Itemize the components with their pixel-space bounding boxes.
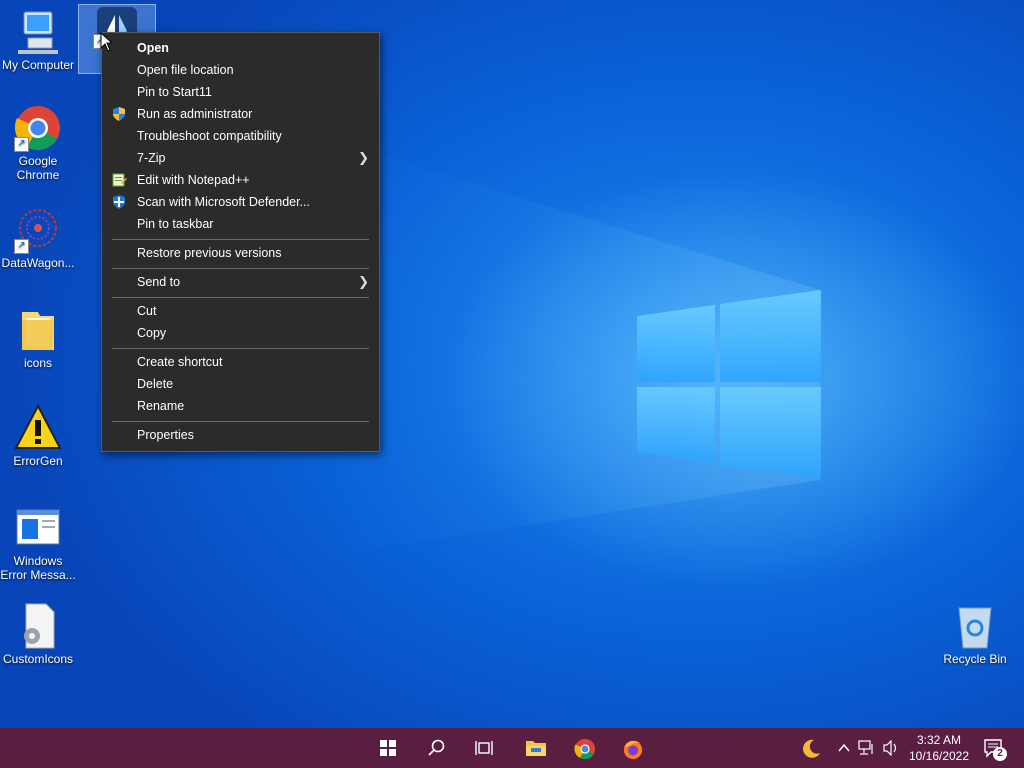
submenu-arrow-icon: ❯ bbox=[358, 150, 369, 165]
menu-separator bbox=[112, 348, 369, 349]
search-button[interactable] bbox=[414, 728, 458, 768]
desktop-icon-label: ErrorGen bbox=[13, 454, 63, 468]
menu-item-label: 7-Zip bbox=[137, 151, 166, 165]
menu-item-label: Scan with Microsoft Defender... bbox=[137, 195, 310, 209]
desktop-icon-label: Recycle Bin bbox=[943, 652, 1007, 666]
search-icon bbox=[428, 739, 445, 756]
warning-icon bbox=[14, 403, 62, 452]
windows-start-icon bbox=[380, 740, 396, 756]
menu-item-label: Create shortcut bbox=[137, 355, 223, 369]
network-button[interactable] bbox=[856, 728, 878, 768]
taskbar-chrome[interactable] bbox=[562, 728, 606, 768]
desktop-icon-recycle-bin[interactable]: Recycle Bin bbox=[937, 602, 1013, 666]
menu-item-restore-previous-versions[interactable]: Restore previous versions bbox=[102, 242, 379, 264]
desktop-icon-label: Google Chrome bbox=[16, 154, 60, 182]
menu-item-label: Open bbox=[137, 41, 169, 55]
menu-item-label: Cut bbox=[137, 304, 157, 318]
menu-item-label: Rename bbox=[137, 399, 185, 413]
menu-separator bbox=[112, 421, 369, 422]
menu-item-label: Troubleshoot compatibility bbox=[137, 129, 282, 143]
desktop-icon-label: icons bbox=[23, 356, 52, 370]
menu-separator bbox=[112, 297, 369, 298]
taskbar: 3:32 AM 10/16/2022 2 bbox=[0, 728, 1024, 768]
network-icon bbox=[858, 740, 873, 755]
uac-shield-icon bbox=[113, 107, 125, 121]
menu-item-label: Run as administrator bbox=[137, 107, 253, 121]
menu-item-label: Restore previous versions bbox=[137, 246, 282, 260]
file-explorer-icon bbox=[526, 741, 546, 756]
menu-item-label: Delete bbox=[137, 377, 174, 391]
chrome-icon bbox=[574, 738, 596, 760]
recycle-bin-icon bbox=[951, 602, 999, 650]
menu-item-label: Pin to Start11 bbox=[137, 85, 212, 99]
notification-count-badge: 2 bbox=[993, 747, 1007, 761]
menu-item-cut[interactable]: Cut bbox=[102, 300, 379, 322]
volume-button[interactable] bbox=[880, 728, 902, 768]
desktop-icon-errorgen[interactable]: ErrorGen bbox=[0, 403, 76, 468]
folder-icon bbox=[14, 306, 62, 354]
desktop-icon-windows-error-messages[interactable]: Windows Error Messa... bbox=[0, 504, 76, 582]
taskbar-clock[interactable]: 3:32 AM 10/16/2022 bbox=[906, 732, 972, 764]
menu-item-rename[interactable]: Rename bbox=[102, 395, 379, 417]
menu-item-open-file-location[interactable]: Open file location bbox=[102, 59, 379, 81]
menu-item-scan-with-defender[interactable]: Scan with Microsoft Defender... bbox=[102, 191, 379, 213]
menu-item-edit-with-notepadpp[interactable]: Edit with Notepad++ bbox=[102, 169, 379, 191]
app-window-icon bbox=[14, 504, 62, 552]
moon-icon bbox=[803, 739, 820, 758]
desktop-icon-label: DataWagon... bbox=[1, 256, 75, 270]
chevron-up-icon bbox=[838, 743, 850, 752]
volume-icon bbox=[883, 740, 897, 756]
defender-shield-icon bbox=[113, 195, 125, 209]
context-menu: Open Open file location Pin to Start11 R… bbox=[101, 32, 380, 452]
submenu-arrow-icon: ❯ bbox=[358, 274, 369, 289]
firefox-icon bbox=[623, 740, 643, 760]
desktop-icon-google-chrome[interactable]: ↗ Google Chrome bbox=[0, 104, 76, 182]
show-hidden-icons-button[interactable] bbox=[834, 728, 854, 768]
desktop-icon-label: My Computer bbox=[1, 58, 75, 72]
desktop-icon-customicons[interactable]: CustomIcons bbox=[0, 602, 76, 666]
menu-item-label: Send to bbox=[137, 275, 181, 289]
menu-separator bbox=[112, 239, 369, 240]
menu-item-label: Pin to taskbar bbox=[137, 217, 214, 231]
task-view-icon bbox=[475, 741, 493, 755]
menu-item-label: Edit with Notepad++ bbox=[137, 173, 250, 187]
menu-item-open[interactable]: Open bbox=[102, 37, 379, 59]
menu-item-delete[interactable]: Delete bbox=[102, 373, 379, 395]
shortcut-arrow-icon: ↗ bbox=[14, 137, 29, 152]
clock-date: 10/16/2022 bbox=[908, 749, 970, 763]
menu-item-troubleshoot-compatibility[interactable]: Troubleshoot compatibility bbox=[102, 125, 379, 147]
menu-item-run-as-administrator[interactable]: Run as administrator bbox=[102, 103, 379, 125]
desktop-icon-my-computer[interactable]: My Computer bbox=[0, 8, 76, 72]
menu-item-pin-to-taskbar[interactable]: Pin to taskbar bbox=[102, 213, 379, 235]
task-view-button[interactable] bbox=[462, 728, 506, 768]
menu-separator bbox=[112, 268, 369, 269]
menu-item-7zip[interactable]: 7-Zip ❯ bbox=[102, 147, 379, 169]
menu-item-pin-to-start11[interactable]: Pin to Start11 bbox=[102, 81, 379, 103]
mouse-cursor-icon bbox=[100, 32, 114, 52]
notifications-button[interactable]: 2 bbox=[978, 728, 1018, 768]
settings-file-icon bbox=[14, 602, 62, 650]
taskbar-firefox[interactable] bbox=[610, 728, 654, 768]
datawagon-icon: ↗ bbox=[14, 206, 62, 254]
desktop-icon-datawagon[interactable]: ↗ DataWagon... bbox=[0, 206, 76, 270]
menu-item-label: Properties bbox=[137, 428, 194, 442]
taskbar-file-explorer[interactable] bbox=[513, 728, 557, 768]
chrome-icon: ↗ bbox=[14, 104, 62, 152]
menu-item-copy[interactable]: Copy bbox=[102, 322, 379, 344]
night-light-button[interactable] bbox=[788, 728, 832, 768]
shortcut-arrow-icon: ↗ bbox=[14, 239, 29, 254]
menu-item-label: Copy bbox=[137, 326, 167, 340]
computer-icon bbox=[14, 8, 62, 56]
start-button[interactable] bbox=[366, 728, 410, 768]
desktop-icon-icons-folder[interactable]: icons bbox=[0, 306, 76, 370]
clock-time: 3:32 AM bbox=[916, 733, 962, 747]
menu-item-label: Open file location bbox=[137, 63, 234, 77]
notepadpp-icon bbox=[112, 173, 127, 187]
desktop-icon-label: Windows Error Messa... bbox=[0, 554, 76, 582]
menu-item-send-to[interactable]: Send to ❯ bbox=[102, 271, 379, 293]
desktop-icon-label: CustomIcons bbox=[2, 652, 74, 666]
menu-item-properties[interactable]: Properties bbox=[102, 424, 379, 446]
menu-item-create-shortcut[interactable]: Create shortcut bbox=[102, 351, 379, 373]
